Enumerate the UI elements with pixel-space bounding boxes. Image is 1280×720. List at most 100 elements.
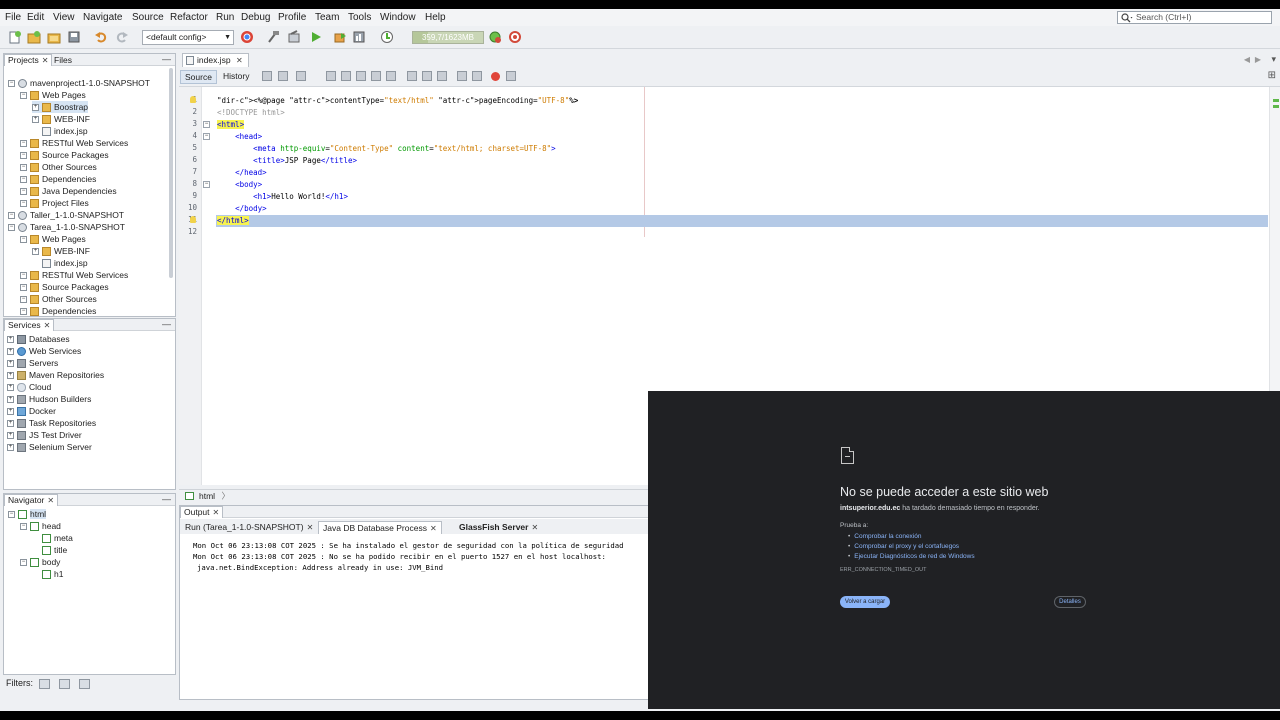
services-item[interactable]: + Web Services bbox=[7, 345, 81, 357]
expand-toggle-icon[interactable]: + bbox=[7, 384, 14, 392]
expand-toggle-icon[interactable]: − bbox=[8, 224, 15, 232]
toggle-bookmark-icon[interactable] bbox=[437, 71, 447, 81]
expand-toggle-icon[interactable]: + bbox=[7, 432, 14, 440]
project-tree-item[interactable]: − Web Pages bbox=[20, 89, 86, 101]
project-tree-item[interactable]: − Project Files bbox=[20, 197, 89, 209]
new-file-icon[interactable] bbox=[8, 30, 22, 44]
code-line[interactable]: </html> bbox=[217, 215, 249, 227]
code-line[interactable]: <!DOCTYPE html> bbox=[217, 107, 285, 119]
menu-run[interactable]: Run bbox=[216, 12, 234, 23]
undo-icon[interactable] bbox=[94, 30, 108, 44]
code-line[interactable]: <meta http-equiv="Content-Type" content=… bbox=[217, 143, 556, 155]
project-tree-item[interactable]: − Other Sources bbox=[20, 293, 97, 305]
menu-refactor[interactable]: Refactor bbox=[170, 12, 208, 23]
save-all-icon[interactable] bbox=[67, 30, 81, 44]
split-editor-icon[interactable]: ⊞ bbox=[1268, 70, 1276, 81]
services-item[interactable]: + Task Repositories bbox=[7, 417, 96, 429]
code-line[interactable]: <title>JSP Page</title> bbox=[217, 155, 357, 167]
fold-icon[interactable]: − bbox=[203, 181, 210, 188]
expand-toggle-icon[interactable]: − bbox=[20, 272, 27, 280]
fold-icon[interactable]: − bbox=[203, 133, 210, 140]
navigator-item[interactable]: − body bbox=[20, 556, 60, 568]
code-line[interactable]: <html> bbox=[217, 119, 245, 131]
close-icon[interactable]: ✕ bbox=[531, 523, 538, 532]
tab-source[interactable]: Source bbox=[180, 70, 217, 84]
gc-icon[interactable] bbox=[488, 30, 502, 44]
details-button[interactable]: Detalles bbox=[1054, 596, 1086, 608]
expand-toggle-icon[interactable]: − bbox=[20, 188, 27, 196]
output-tab-javadb[interactable]: Java DB Database Process ✕ bbox=[318, 521, 442, 534]
close-icon[interactable]: ✕ bbox=[213, 508, 220, 517]
project-tree-item[interactable]: + Boostrap bbox=[32, 101, 89, 113]
expand-toggle-icon[interactable]: − bbox=[8, 212, 15, 220]
output-tab-run[interactable]: Run (Tarea_1-1.0-SNAPSHOT) ✕ bbox=[181, 521, 317, 534]
expand-toggle-icon[interactable]: − bbox=[20, 236, 27, 244]
project-tree-item[interactable]: − mavenproject1-1.0-SNAPSHOT bbox=[8, 77, 150, 89]
menu-source[interactable]: Source bbox=[132, 12, 164, 23]
expand-toggle-icon[interactable]: + bbox=[7, 336, 14, 344]
editor-tab-index-jsp[interactable]: index.jsp ✕ bbox=[182, 53, 249, 67]
stop-macro-icon[interactable] bbox=[506, 71, 516, 81]
close-icon[interactable]: ✕ bbox=[236, 56, 243, 65]
expand-toggle-icon[interactable]: − bbox=[20, 523, 27, 531]
expand-toggle-icon[interactable]: + bbox=[7, 372, 14, 380]
run-icon[interactable] bbox=[309, 30, 323, 44]
tab-output[interactable]: Output ✕ bbox=[180, 506, 224, 518]
suggestion-check-connection[interactable]: Comprobar la conexión bbox=[848, 533, 921, 540]
expand-toggle-icon[interactable]: − bbox=[20, 308, 27, 316]
services-item[interactable]: + JS Test Driver bbox=[7, 429, 82, 441]
filter-fields-icon[interactable] bbox=[39, 679, 50, 689]
projects-scrollbar[interactable] bbox=[169, 68, 173, 278]
minimize-icon[interactable]: — bbox=[162, 319, 171, 329]
expand-toggle-icon[interactable]: − bbox=[20, 284, 27, 292]
project-tree-item[interactable]: − Other Sources bbox=[20, 161, 97, 173]
services-item[interactable]: + Databases bbox=[7, 333, 70, 345]
expand-toggle-icon[interactable]: − bbox=[20, 200, 27, 208]
menu-window[interactable]: Window bbox=[380, 12, 416, 23]
project-tree-item[interactable]: − Java Dependencies bbox=[20, 185, 117, 197]
expand-toggle-icon[interactable]: − bbox=[20, 152, 27, 160]
menu-view[interactable]: View bbox=[53, 12, 75, 23]
navigator-item[interactable]: −h1 bbox=[32, 568, 63, 580]
expand-toggle-icon[interactable]: + bbox=[7, 396, 14, 404]
navigator-item[interactable]: − html bbox=[8, 508, 47, 520]
expand-toggle-icon[interactable]: + bbox=[32, 116, 39, 124]
expand-toggle-icon[interactable]: + bbox=[32, 104, 39, 112]
expand-toggle-icon[interactable]: − bbox=[20, 164, 27, 172]
code-line[interactable]: "dir-c"><%@page "attr-c">contentType="te… bbox=[217, 95, 578, 107]
output-tab-glassfish[interactable]: GlassFish Server ✕ bbox=[455, 521, 542, 534]
profile-memory-icon[interactable] bbox=[508, 30, 522, 44]
next-bookmark-icon[interactable] bbox=[422, 71, 432, 81]
code-line[interactable]: <body> bbox=[217, 179, 262, 191]
close-icon[interactable]: ✕ bbox=[44, 321, 51, 330]
config-select[interactable]: <default config> ▼ bbox=[142, 30, 234, 45]
code-line[interactable]: </head> bbox=[217, 167, 267, 179]
project-tree-item[interactable]: − Dependencies bbox=[20, 305, 96, 316]
build-icon[interactable] bbox=[266, 30, 280, 44]
expand-toggle-icon[interactable]: + bbox=[7, 408, 14, 416]
menu-debug[interactable]: Debug bbox=[241, 12, 270, 23]
tab-projects[interactable]: Projects ✕ bbox=[4, 54, 53, 66]
find-next-icon[interactable] bbox=[356, 71, 366, 81]
services-item[interactable]: + Docker bbox=[7, 405, 56, 417]
code-line[interactable]: </body> bbox=[217, 203, 267, 215]
debug-icon[interactable] bbox=[333, 30, 347, 44]
services-item[interactable]: + Cloud bbox=[7, 381, 51, 393]
menu-profile[interactable]: Profile bbox=[278, 12, 306, 23]
expand-toggle-icon[interactable]: − bbox=[20, 559, 27, 567]
project-tree-item[interactable]: − RESTful Web Services bbox=[20, 137, 128, 149]
memory-indicator[interactable]: 359,7/1623MB bbox=[412, 31, 484, 44]
prev-bookmark-icon[interactable] bbox=[407, 71, 417, 81]
search-input[interactable]: Search (Ctrl+I) bbox=[1117, 11, 1272, 24]
forward-icon[interactable] bbox=[296, 71, 306, 81]
expand-toggle-icon[interactable]: + bbox=[7, 360, 14, 368]
hint-bulb-icon[interactable] bbox=[190, 216, 196, 223]
filter-nonpublic-icon[interactable] bbox=[59, 679, 70, 689]
project-tree-item[interactable]: − Source Packages bbox=[20, 281, 109, 293]
close-icon[interactable]: ✕ bbox=[430, 524, 437, 533]
open-project-icon[interactable] bbox=[47, 30, 61, 44]
minimize-icon[interactable]: — bbox=[162, 54, 171, 64]
project-tree-item[interactable]: +index.jsp bbox=[32, 125, 88, 137]
code-line[interactable]: <h1>Hello World!</h1> bbox=[217, 191, 348, 203]
expand-toggle-icon[interactable]: + bbox=[32, 248, 39, 256]
